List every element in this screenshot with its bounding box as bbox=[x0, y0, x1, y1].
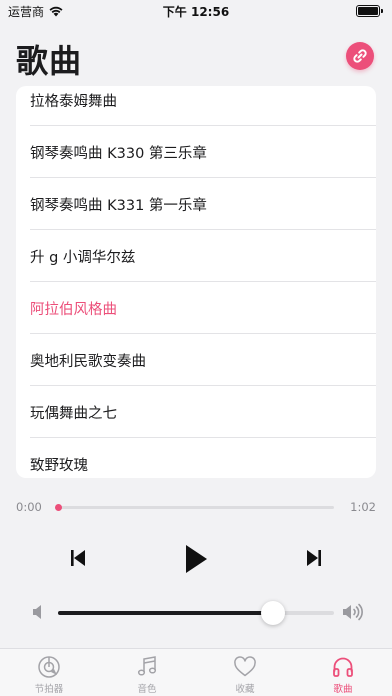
headphones-icon bbox=[333, 657, 353, 677]
tab-bar: 节拍器 音色 收藏 歌曲 bbox=[0, 648, 392, 696]
song-list-item[interactable]: 阿拉伯风格曲 bbox=[16, 282, 376, 334]
play-button[interactable] bbox=[180, 542, 212, 576]
volume-knob[interactable] bbox=[261, 601, 286, 625]
tab-favorites[interactable]: 收藏 bbox=[196, 649, 294, 696]
metronome-icon bbox=[38, 656, 60, 678]
skip-forward-icon bbox=[307, 550, 321, 566]
play-icon bbox=[186, 545, 207, 573]
volume-slider[interactable] bbox=[58, 601, 334, 625]
clock: 下午 12:56 bbox=[162, 5, 230, 19]
tab-label: 音色 bbox=[137, 684, 157, 695]
tab-sound[interactable]: 音色 bbox=[98, 649, 196, 696]
volume-fill bbox=[58, 611, 274, 615]
tab-songs[interactable]: 歌曲 bbox=[294, 649, 392, 696]
heart-icon bbox=[234, 656, 256, 677]
song-list-item[interactable]: 钢琴奏鸣曲 K330 第三乐章 bbox=[16, 126, 376, 178]
song-list-item[interactable]: 奥地利民歌变奏曲 bbox=[16, 334, 376, 386]
skip-back-icon bbox=[71, 550, 85, 566]
song-list-item[interactable]: 玩偶舞曲之七 bbox=[16, 386, 376, 438]
song-list-item[interactable]: 拉格泰姆舞曲 bbox=[16, 86, 376, 126]
volume-low-icon bbox=[33, 605, 41, 619]
song-list-item[interactable]: 钢琴奏鸣曲 K331 第一乐章 bbox=[16, 178, 376, 230]
current-time: 0:00 bbox=[16, 500, 42, 514]
battery-icon bbox=[356, 5, 383, 17]
page-title: 歌曲 bbox=[16, 42, 83, 80]
progress-knob[interactable] bbox=[55, 504, 62, 511]
song-list-card: 拉格泰姆舞曲 钢琴奏鸣曲 K330 第三乐章 钢琴奏鸣曲 K331 第一乐章升 g … bbox=[16, 86, 376, 478]
total-time: 1:02 bbox=[350, 500, 376, 514]
tab-label: 歌曲 bbox=[333, 684, 353, 695]
music-note-icon bbox=[137, 656, 157, 676]
tab-label: 收藏 bbox=[235, 684, 255, 695]
song-list-item[interactable]: 致野玫瑰 bbox=[16, 438, 376, 478]
progress-slider[interactable] bbox=[55, 504, 334, 511]
link-icon bbox=[353, 49, 367, 63]
link-button[interactable] bbox=[346, 42, 374, 70]
status-bar: 运营商 下午 12:56 bbox=[0, 0, 392, 22]
song-list: 拉格泰姆舞曲 钢琴奏鸣曲 K330 第三乐章 钢琴奏鸣曲 K331 第一乐章升 g … bbox=[16, 86, 376, 478]
next-button[interactable] bbox=[302, 546, 326, 570]
previous-button[interactable] bbox=[66, 546, 90, 570]
song-list-item[interactable]: 升 g 小调华尔兹 bbox=[16, 230, 376, 282]
tab-label: 节拍器 bbox=[34, 684, 64, 695]
volume-high-icon bbox=[343, 603, 363, 621]
tab-metronome[interactable]: 节拍器 bbox=[0, 649, 98, 696]
